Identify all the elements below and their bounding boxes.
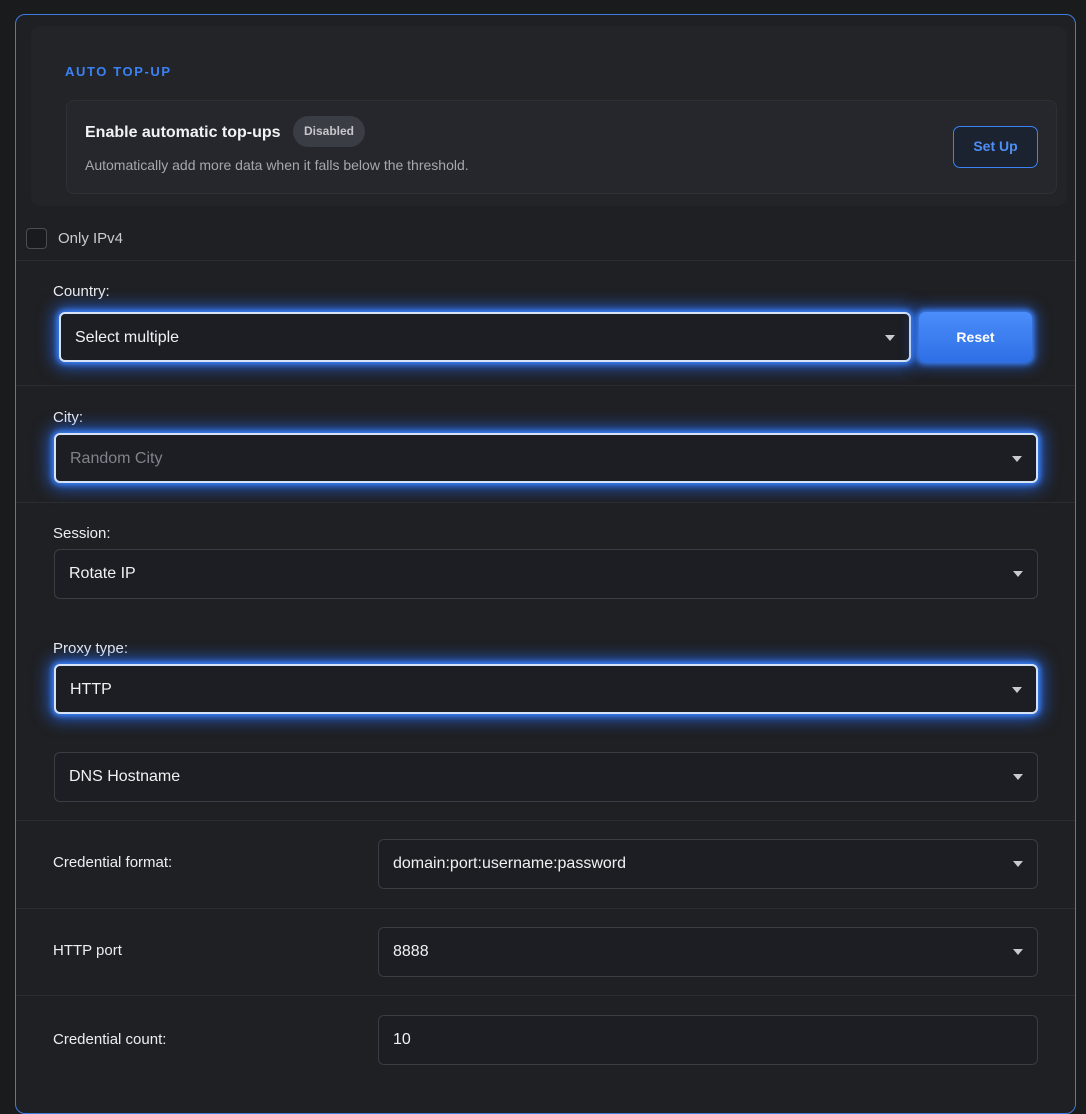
chevron-down-icon: [1013, 774, 1023, 780]
city-select[interactable]: Random City: [54, 433, 1038, 483]
country-label: Country:: [53, 283, 110, 300]
auto-topup-description: Automatically add more data when it fall…: [85, 157, 469, 173]
divider: [16, 502, 1075, 503]
divider: [16, 385, 1075, 386]
session-select[interactable]: Rotate IP: [54, 549, 1038, 599]
auto-topup-card: Enable automatic top-ups Disabled Automa…: [66, 100, 1057, 194]
chevron-down-icon: [1012, 687, 1022, 693]
http-port-label: HTTP port: [53, 942, 122, 959]
session-select-value: Rotate IP: [69, 565, 136, 582]
settings-panel: AUTO TOP-UP Enable automatic top-ups Dis…: [15, 14, 1076, 1114]
divider: [16, 995, 1075, 996]
credential-count-label: Credential count:: [53, 1031, 167, 1048]
http-port-select[interactable]: 8888: [378, 927, 1038, 977]
chevron-down-icon: [885, 335, 895, 341]
only-ipv4-label: Only IPv4: [58, 230, 124, 247]
http-port-value: 8888: [393, 943, 429, 960]
auto-topup-section: AUTO TOP-UP Enable automatic top-ups Dis…: [31, 26, 1067, 206]
divider: [16, 820, 1075, 821]
status-badge: Disabled: [293, 116, 366, 147]
credential-count-input[interactable]: 10: [378, 1015, 1038, 1065]
credential-format-label: Credential format:: [53, 854, 173, 871]
country-select[interactable]: Select multiple: [59, 312, 911, 362]
divider: [16, 908, 1075, 909]
chevron-down-icon: [1012, 456, 1022, 462]
chevron-down-icon: [1013, 949, 1023, 955]
chevron-down-icon: [1013, 571, 1023, 577]
divider: [16, 260, 1075, 261]
auto-topup-heading: AUTO TOP-UP: [65, 64, 172, 79]
credential-format-value: domain:port:username:password: [393, 855, 627, 872]
proxy-type-label: Proxy type:: [53, 640, 129, 657]
proxy-type-select-value: HTTP: [70, 681, 112, 698]
session-label: Session:: [53, 525, 111, 542]
country-select-value: Select multiple: [75, 329, 180, 346]
city-select-placeholder: Random City: [70, 450, 163, 467]
proxy-type-select[interactable]: HTTP: [54, 664, 1038, 714]
dns-select[interactable]: DNS Hostname: [54, 752, 1038, 802]
only-ipv4-checkbox[interactable]: [26, 228, 47, 249]
dns-select-value: DNS Hostname: [69, 768, 181, 785]
chevron-down-icon: [1013, 861, 1023, 867]
reset-button[interactable]: Reset: [919, 312, 1032, 362]
city-label: City:: [53, 409, 83, 426]
set-up-button[interactable]: Set Up: [953, 126, 1038, 168]
auto-topup-title: Enable automatic top-ups: [85, 124, 281, 141]
credential-format-select[interactable]: domain:port:username:password: [378, 839, 1038, 889]
